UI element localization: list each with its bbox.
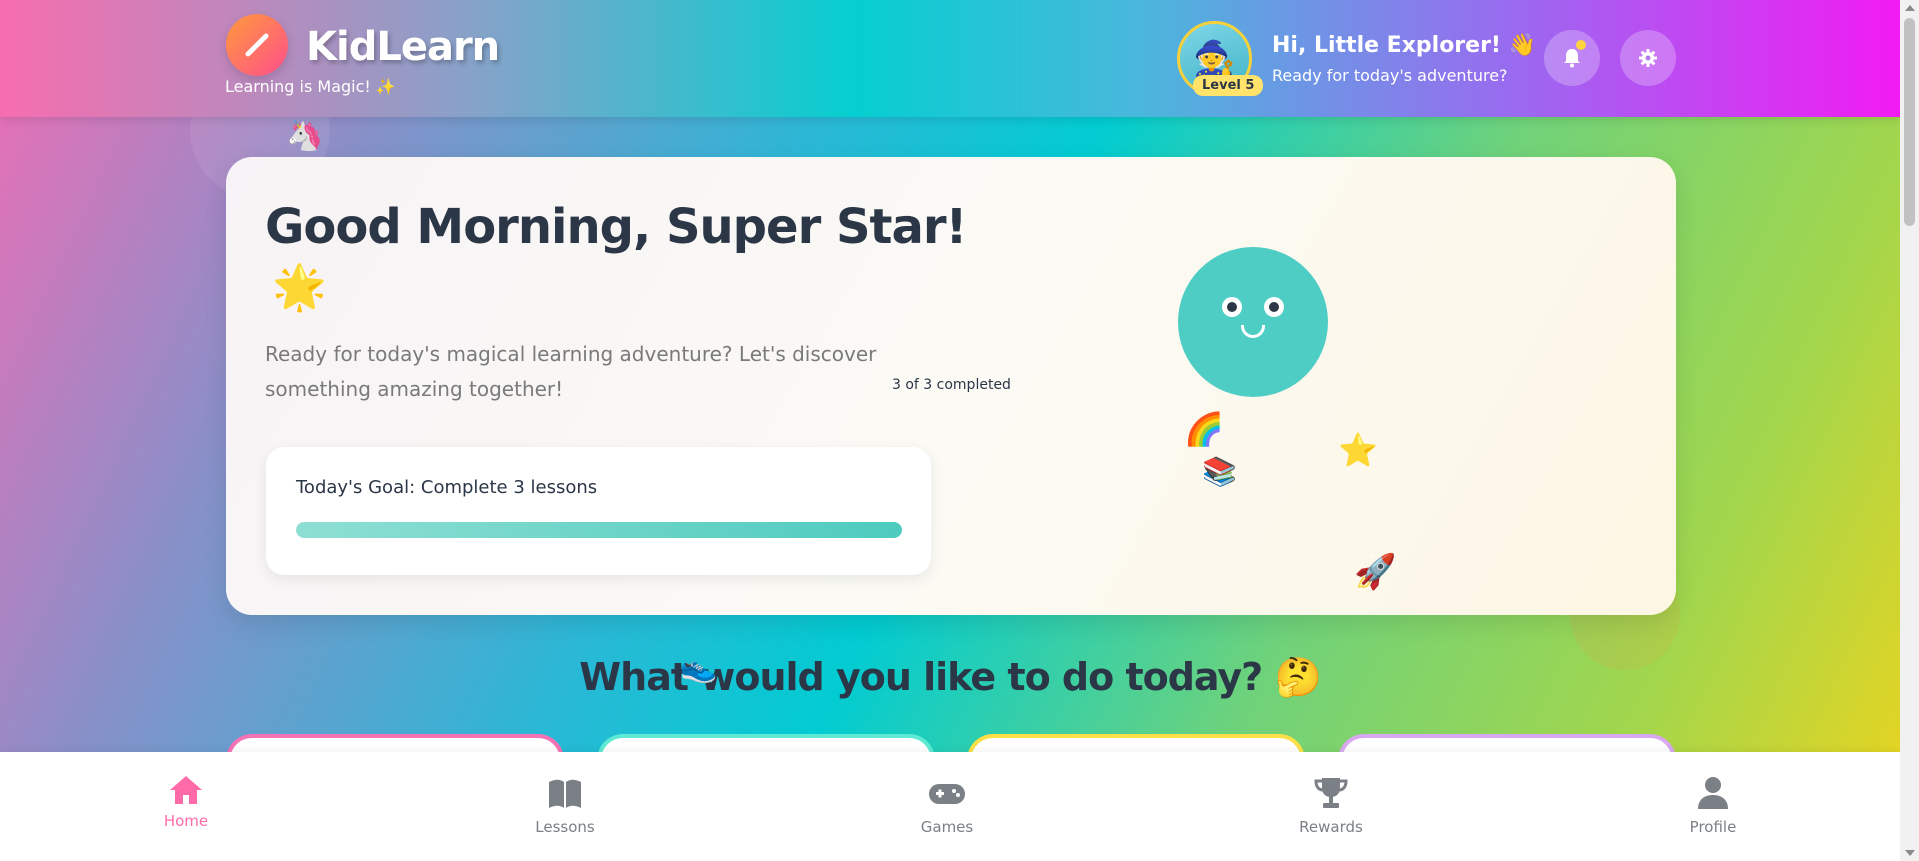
gear-icon [1639,49,1657,67]
smiley-mascot[interactable] [1178,247,1328,397]
home-icon [170,776,202,804]
scroll-down-arrow[interactable] [1905,850,1915,856]
star-icon: ⭐ [1338,431,1378,469]
scroll-up-arrow[interactable] [1905,5,1915,11]
section-title: What would you like to do today? 🤔 [579,655,1322,699]
goal-progress-fill [296,522,902,538]
nav-rewards[interactable]: Rewards [1271,774,1391,836]
books-icon: 📚 [1202,455,1237,488]
rocket-icon: 🚀 [1354,552,1397,592]
mascot-eye [1264,297,1284,317]
welcome-card: Good Morning, Super Star! 🌟 Ready for to… [226,157,1676,615]
app-name[interactable]: KidLearn [306,24,500,70]
nav-games[interactable]: Games [887,774,1007,836]
sneaker-icon: 👟 [680,650,718,685]
rainbow-icon: 🌈 [1184,410,1224,448]
logo-icon[interactable] [226,14,288,76]
settings-button[interactable] [1620,30,1676,86]
progress-label: 3 of 3 completed [892,377,1011,393]
nav-profile[interactable]: Profile [1653,774,1773,836]
nav-label: Home [163,812,209,830]
nav-label: Games [920,818,974,836]
daily-goal-text: Today's Goal: Complete 3 lessons [296,477,598,498]
nav-label: Rewards [1299,818,1363,836]
wizard-icon: 🧙 [1193,38,1236,79]
user-greeting: Hi, Little Explorer! 👋 [1272,33,1537,58]
bottom-navigation: Home Lessons Games Rewards Profile [0,752,1900,861]
daily-goal-card: Today's Goal: Complete 3 lessons [266,447,931,575]
mascot-mouth [1241,325,1265,338]
nav-label: Profile [1689,818,1737,836]
nav-lessons[interactable]: Lessons [505,774,625,836]
notifications-button[interactable] [1544,30,1600,86]
goal-progress-bar [296,522,902,538]
unicorn-icon: 🦄 [286,118,324,153]
notification-dot [1576,40,1586,50]
page-scrollbar[interactable] [1900,0,1919,861]
gamepad-icon [929,784,965,804]
welcome-description: Ready for today's magical learning adven… [265,342,877,401]
scrollbar-thumb[interactable] [1904,18,1915,226]
user-subtext: Ready for today's adventure? [1272,66,1508,85]
bell-icon [1564,49,1580,68]
top-header: KidLearn Learning is Magic! ✨ 🧙 Level 5 … [0,0,1900,117]
nav-home[interactable]: Home [126,774,246,830]
nav-label: Lessons [535,818,595,836]
mascot-eye [1222,297,1242,317]
welcome-title: Good Morning, Super Star! [265,199,967,255]
book-icon [549,779,581,808]
app-tagline: Learning is Magic! ✨ [225,77,396,96]
user-icon [1698,777,1728,809]
star-icon: 🌟 [272,262,327,313]
trophy-icon [1314,778,1348,808]
level-badge: Level 5 [1193,75,1264,96]
